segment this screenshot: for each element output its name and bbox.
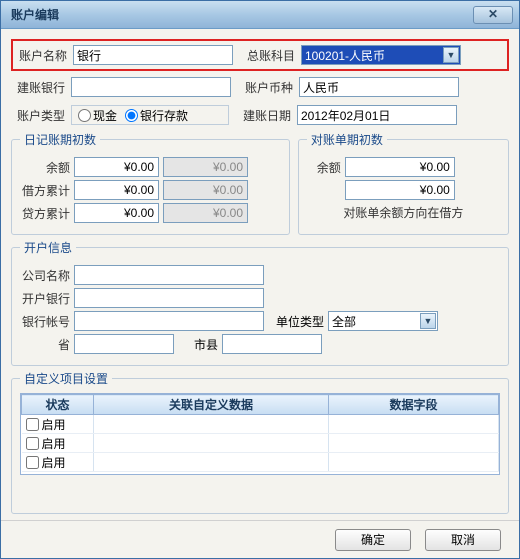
journal-debit-1[interactable]	[74, 180, 159, 200]
custom-table: 状态 关联自定义数据 数据字段 启用 启用 启用	[20, 393, 500, 475]
journal-credit-1[interactable]	[74, 203, 159, 223]
openinfo-fieldset: 开户信息 公司名称 开户银行 银行帐号 单位类型 全部 ▼ 省	[11, 239, 509, 366]
city-label: 市县	[178, 336, 218, 353]
unit-type-select[interactable]: 全部 ▼	[328, 311, 438, 331]
city-input[interactable]	[222, 334, 322, 354]
chevron-down-icon: ▼	[420, 313, 436, 329]
statement-legend: 对账单期初数	[307, 131, 387, 148]
deposit-radio[interactable]: 银行存款	[125, 107, 188, 124]
unit-type-value: 全部	[332, 313, 356, 330]
statement-note: 对账单余额方向在借方	[307, 204, 500, 221]
openinfo-legend: 开户信息	[20, 239, 76, 256]
col-field: 数据字段	[329, 395, 499, 415]
statement-balance-label: 余额	[307, 159, 341, 176]
bankacct-label: 银行帐号	[20, 313, 70, 330]
currency-label: 账户币种	[237, 79, 293, 96]
journal-balance-1[interactable]	[74, 157, 159, 177]
col-link: 关联自定义数据	[94, 395, 329, 415]
titlebar: 账户编辑 ✕	[1, 1, 519, 29]
enable-checkbox[interactable]	[26, 437, 39, 450]
company-label: 公司名称	[20, 267, 70, 284]
journal-fieldset: 日记账期初数 余额 借方累计 贷方累计	[11, 131, 290, 235]
table-row[interactable]: 启用	[22, 415, 499, 434]
footer: 确定 取消	[1, 520, 519, 558]
date-input[interactable]	[297, 105, 457, 125]
province-input[interactable]	[74, 334, 174, 354]
ok-button[interactable]: 确定	[335, 529, 411, 551]
journal-credit-2	[163, 203, 248, 223]
enable-checkbox[interactable]	[26, 418, 39, 431]
journal-debit-label: 借方累计	[20, 182, 70, 199]
account-type-label: 账户类型	[15, 107, 65, 124]
journal-balance-2	[163, 157, 248, 177]
bankacct-input[interactable]	[74, 311, 264, 331]
chevron-down-icon: ▼	[443, 47, 459, 63]
table-row[interactable]: 启用	[22, 453, 499, 472]
close-button[interactable]: ✕	[473, 6, 513, 24]
custom-legend: 自定义项目设置	[20, 370, 112, 387]
statement-balance-2[interactable]	[345, 180, 455, 200]
journal-credit-label: 贷方累计	[20, 205, 70, 222]
custom-fieldset: 自定义项目设置 状态 关联自定义数据 数据字段 启用	[11, 370, 509, 514]
statement-fieldset: 对账单期初数 余额 对账单余额方向在借方	[298, 131, 509, 235]
ledger-value: 100201-人民币	[305, 47, 385, 64]
openbank-input[interactable]	[74, 288, 264, 308]
journal-debit-2	[163, 180, 248, 200]
open-bank-input[interactable]	[71, 77, 231, 97]
unit-type-label: 单位类型	[268, 313, 324, 330]
date-label: 建账日期	[235, 107, 291, 124]
ledger-select[interactable]: 100201-人民币 ▼	[301, 45, 461, 65]
cash-radio[interactable]: 现金	[78, 107, 117, 124]
enable-checkbox[interactable]	[26, 456, 39, 469]
journal-legend: 日记账期初数	[20, 131, 100, 148]
statement-balance-1[interactable]	[345, 157, 455, 177]
ledger-label: 总账科目	[239, 47, 295, 64]
currency-input[interactable]	[299, 77, 459, 97]
account-name-input[interactable]	[73, 45, 233, 65]
company-input[interactable]	[74, 265, 264, 285]
window-title: 账户编辑	[7, 6, 473, 23]
highlight-row: 账户名称 总账科目 100201-人民币 ▼	[11, 39, 509, 71]
open-bank-label: 建账银行	[15, 79, 65, 96]
province-label: 省	[20, 336, 70, 353]
table-row[interactable]: 启用	[22, 434, 499, 453]
openbank-label: 开户银行	[20, 290, 70, 307]
close-icon: ✕	[488, 7, 498, 21]
account-name-label: 账户名称	[17, 47, 67, 64]
journal-balance-label: 余额	[20, 159, 70, 176]
col-status: 状态	[22, 395, 94, 415]
cancel-button[interactable]: 取消	[425, 529, 501, 551]
